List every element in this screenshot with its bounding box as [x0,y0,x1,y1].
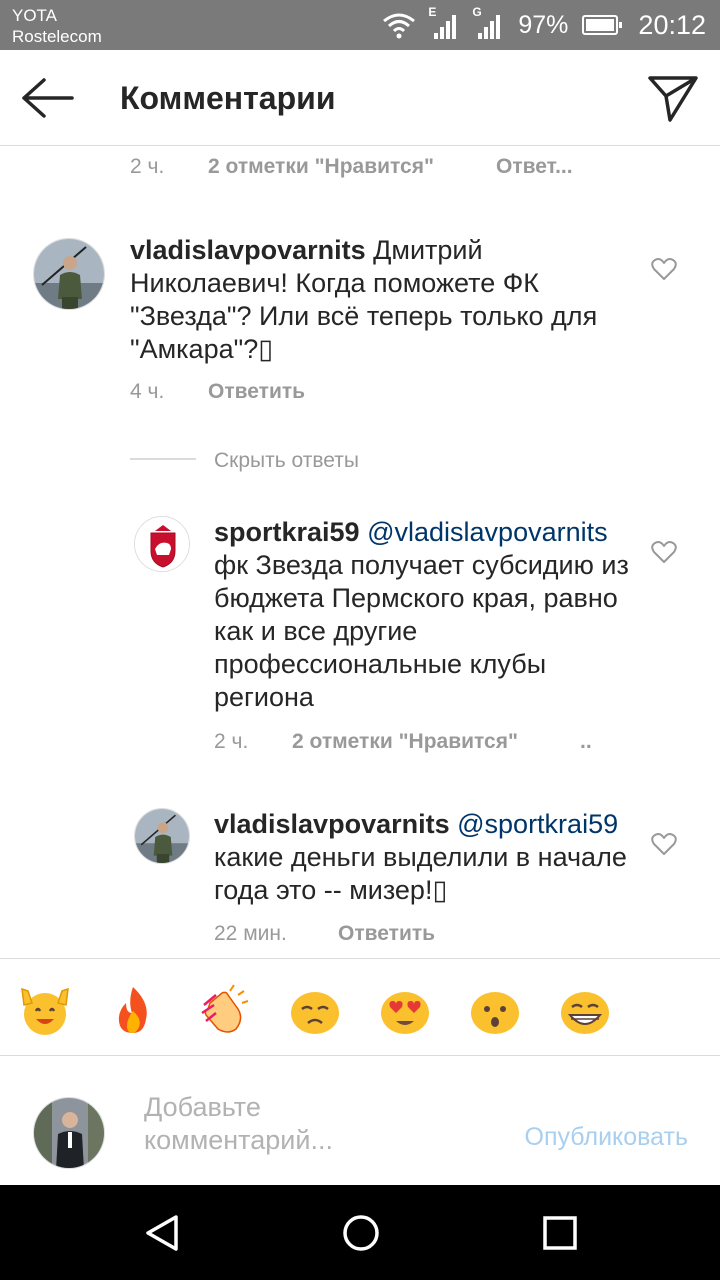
arrow-left-icon[interactable] [20,74,76,122]
wifi-icon [383,13,416,39]
heart-icon[interactable] [651,540,677,564]
mention-link[interactable]: @vladislavpovarnits [367,517,608,547]
emoji-placeholder: ▯ [258,334,274,364]
comment-time: 22 мин. [214,922,287,945]
comment-time: 2 ч. [130,155,165,178]
emoji-placeholder: ▯ [432,875,448,905]
sad-face-emoji[interactable] [288,983,342,1037]
system-nav-bar [0,1185,720,1280]
comment-username[interactable]: vladislavpovarnits [130,235,366,265]
reply-text: какие деньги выделили в начале года это … [214,842,627,905]
app-header: Комментарии [0,50,720,146]
clock: 20:12 [638,9,706,40]
mention-link[interactable]: @sportkrai59 [457,809,618,839]
page-title: Комментарии [120,80,336,116]
avatar[interactable] [134,516,190,572]
paper-plane-icon[interactable] [646,72,700,124]
hide-replies-button[interactable]: Скрыть ответы [214,449,359,473]
carrier-name-2: Rostelecom [12,27,102,46]
comment-time: 4 ч. [130,380,165,403]
divider [130,458,196,460]
surprised-face-emoji[interactable] [468,983,522,1037]
coat-of-arms-icon [135,517,189,571]
battery-icon [582,15,623,35]
fire-emoji[interactable] [106,983,160,1037]
reply-button[interactable]: Ответить [338,922,435,946]
more-button[interactable]: .. [580,730,592,754]
avatar-photo-fisherman [34,239,104,309]
raising-hands-emoji[interactable] [18,983,72,1037]
carrier-name-1: YOTA [12,6,58,25]
comment-body: vladislavpovarnits Дмитрий Николаевич! К… [130,234,640,366]
comment-meta: 4 ч. Ответить [130,380,305,404]
likes-count[interactable]: 2 отметки "Нравится" [208,155,434,179]
publish-button[interactable]: Опубликовать [525,1123,688,1152]
reply-meta: 22 мин. Ответить [214,922,435,946]
avatar-photo-man [34,1098,104,1168]
likes-count[interactable]: 2 отметки "Нравится" [292,730,518,754]
reply-body: sportkrai59 @vladislavpovarnits фк Звезд… [214,516,634,714]
avatar-photo-fisherman [135,809,189,863]
avatar[interactable] [33,238,105,310]
comment-input-bar: Добавьте комментарий... Опубликовать [0,1057,720,1185]
nav-home-icon[interactable] [339,1211,383,1255]
reply-meta: 2 ч. 2 отметки "Нравится" .. [214,730,592,754]
reply-username[interactable]: vladislavpovarnits [214,809,450,839]
reply-body: vladislavpovarnits @sportkrai59 какие де… [214,808,634,907]
battery-percent: 97% [518,10,569,39]
comment-meta: 2 ч. 2 отметки "Нравится" Ответ... [130,155,573,179]
nav-recents-icon[interactable] [538,1211,582,1255]
comments-screen: YOTA Rostelecom E G 97% 20:12 Комментари… [0,0,720,1280]
reply-button[interactable]: Ответить [208,380,305,404]
clapping-hands-emoji[interactable] [196,983,250,1037]
heart-icon[interactable] [651,832,677,856]
cell-signal-2-icon: G [472,5,504,39]
reply-text: фк Звезда получает субсидию из бюджета П… [214,550,629,712]
cell-signal-1-icon: E [428,5,460,39]
comment-input[interactable]: Добавьте комментарий... [144,1091,444,1157]
heart-eyes-emoji[interactable] [378,983,432,1037]
status-icons: E G 97% 20:12 [382,5,706,42]
avatar [33,1097,105,1169]
emoji-quick-bar [0,958,720,1056]
reply-username[interactable]: sportkrai59 [214,517,360,547]
heart-icon[interactable] [651,257,677,281]
comment-time: 2 ч. [214,730,249,753]
nav-back-icon[interactable] [140,1211,184,1255]
reply-button[interactable]: Ответ... [496,155,573,179]
grinning-face-emoji[interactable] [558,983,612,1037]
avatar[interactable] [134,808,190,864]
status-bar: YOTA Rostelecom E G 97% 20:12 [0,0,720,50]
